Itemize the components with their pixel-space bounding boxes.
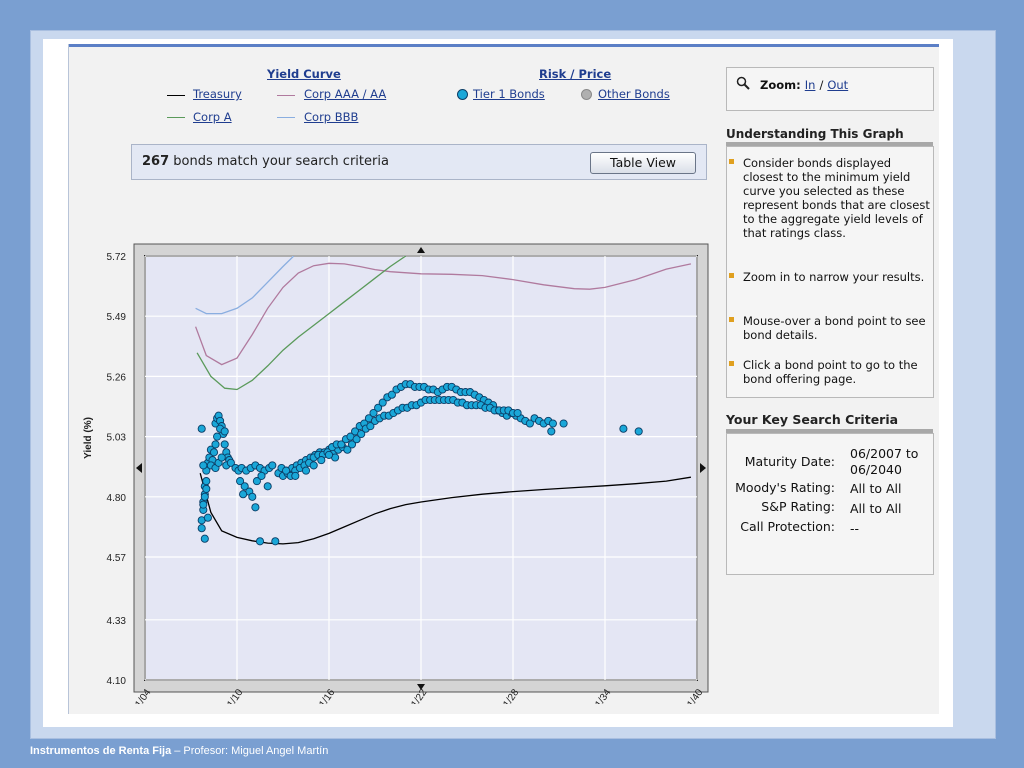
- bullet-icon: [729, 361, 734, 366]
- bond-point: [199, 461, 208, 470]
- bullet-icon: [729, 273, 734, 278]
- bond-point: [251, 503, 260, 512]
- match-count: 267: [142, 154, 170, 169]
- tip-text: Click a bond point to go to the bond off…: [743, 358, 918, 386]
- legend-corp-aaa-aa[interactable]: Corp AAA / AA: [304, 87, 386, 101]
- bond-point: [309, 461, 318, 470]
- bond-point: [263, 482, 272, 491]
- corp-bbb-legend-line: [277, 117, 295, 118]
- zoom-label: Zoom:: [760, 78, 801, 92]
- legend-corp-a[interactable]: Corp A: [193, 110, 232, 124]
- bond-point: [220, 427, 229, 436]
- bond-point: [199, 500, 208, 509]
- legend-treasury[interactable]: Treasury: [193, 87, 242, 101]
- bond-point: [200, 534, 209, 543]
- bond-point: [211, 440, 220, 449]
- y-tick-label: 5.49: [107, 312, 127, 323]
- bond-point: [291, 471, 300, 480]
- maturity-date-label: Maturity Date:: [744, 454, 835, 469]
- match-count-text: 267 bonds match your search criteria: [142, 154, 389, 169]
- y-tick-label: 5.72: [107, 252, 127, 263]
- corp-aaa-legend-line: [277, 95, 295, 96]
- legend-tier1-bonds[interactable]: Tier 1 Bonds: [473, 87, 545, 101]
- call-protection-value: --: [850, 521, 860, 536]
- tier1-bonds-dot-icon: [457, 89, 468, 100]
- bond-point: [559, 419, 568, 428]
- bullet-icon: [729, 159, 734, 164]
- tip-text: Zoom in to narrow your results.: [743, 270, 925, 284]
- tip-item: Zoom in to narrow your results.: [729, 270, 933, 284]
- bond-point: [200, 492, 209, 501]
- y-tick-label: 4.80: [107, 493, 127, 504]
- bond-search-screenshot: Yield Curve Treasury Corp AAA / AA Corp …: [68, 44, 939, 714]
- tip-item: Click a bond point to go to the bond off…: [729, 358, 933, 386]
- y-tick-label: 4.33: [107, 616, 127, 627]
- tip-text: Consider bonds displayed closest to the …: [743, 156, 930, 240]
- understanding-title: Understanding This Graph: [726, 127, 904, 141]
- bond-point: [217, 453, 226, 462]
- bond-point: [209, 448, 219, 457]
- bond-point: [248, 492, 257, 501]
- zoom-panel: Zoom: In / Out: [726, 67, 934, 111]
- slide-footer: Instrumentos de Renta Fija – Profesor: M…: [30, 745, 328, 757]
- y-tick-label: 4.57: [107, 553, 127, 564]
- yield-chart[interactable]: 4.104.334.574.805.035.265.495.721/04 1/10…: [69, 194, 719, 704]
- bond-point: [547, 427, 556, 436]
- bond-point: [197, 424, 206, 433]
- understanding-panel: Consider bonds displayed closest to the …: [726, 146, 934, 398]
- sp-rating-label: S&P Rating:: [761, 499, 835, 514]
- bond-point: [271, 537, 280, 546]
- zoom-separator: /: [819, 78, 824, 92]
- bond-point: [220, 440, 229, 449]
- bond-point: [301, 466, 311, 475]
- bond-point: [268, 461, 277, 470]
- match-count-label: bonds match your search criteria: [169, 154, 389, 169]
- call-protection-label: Call Protection:: [740, 519, 835, 534]
- sp-rating-value: All to All: [850, 501, 902, 516]
- y-axis-title: Yield (%): [83, 417, 94, 459]
- bond-point: [255, 537, 265, 546]
- bond-point: [548, 419, 557, 428]
- search-result-bar: 267 bonds match your search criteria Tab…: [131, 144, 707, 180]
- criteria-panel: Maturity Date: 06/2007 to 06/2040 Moody'…: [726, 433, 934, 575]
- tip-text: Mouse-over a bond point to see bond deta…: [743, 314, 926, 342]
- bond-point: [202, 477, 211, 486]
- magnifier-icon: [736, 76, 750, 90]
- legend-other-bonds[interactable]: Other Bonds: [598, 87, 670, 101]
- legend-corp-bbb[interactable]: Corp BBB: [304, 110, 358, 124]
- criteria-title: Your Key Search Criteria: [726, 412, 899, 427]
- treasury-legend-line: [167, 95, 185, 96]
- table-view-button[interactable]: Table View: [590, 152, 696, 174]
- bond-point: [634, 427, 643, 436]
- bond-point: [257, 471, 266, 480]
- bond-point: [324, 450, 334, 459]
- y-tick-label: 5.03: [107, 433, 127, 444]
- footer-course: Instrumentos de Renta Fija: [30, 745, 172, 757]
- bond-point: [202, 484, 211, 493]
- yield-curve-heading[interactable]: Yield Curve: [267, 67, 341, 81]
- bond-point: [203, 513, 212, 522]
- y-tick-label: 5.26: [107, 372, 127, 383]
- moodys-rating-label: Moody's Rating:: [735, 480, 835, 495]
- maturity-date-value: 06/2007 to 06/2040: [850, 446, 919, 477]
- bond-point: [213, 432, 222, 441]
- tip-item: Consider bonds displayed closest to the …: [729, 156, 933, 240]
- moodys-rating-value: All to All: [850, 481, 902, 496]
- header-bar: [69, 44, 939, 47]
- other-bonds-dot-icon: [581, 89, 592, 100]
- bond-point: [239, 490, 248, 499]
- tip-item: Mouse-over a bond point to see bond deta…: [729, 314, 933, 342]
- bond-point: [317, 456, 326, 465]
- zoom-in-link[interactable]: In: [805, 78, 816, 92]
- y-tick-label: 4.10: [107, 676, 127, 687]
- bond-point: [513, 408, 522, 418]
- bond-point: [619, 424, 628, 433]
- risk-price-heading[interactable]: Risk / Price: [539, 67, 611, 81]
- corp-a-legend-line: [167, 117, 185, 118]
- zoom-out-link[interactable]: Out: [827, 78, 848, 92]
- footer-author: – Profesor: Miguel Angel Martín: [171, 745, 329, 757]
- bullet-icon: [729, 317, 734, 322]
- bond-point: [197, 524, 206, 533]
